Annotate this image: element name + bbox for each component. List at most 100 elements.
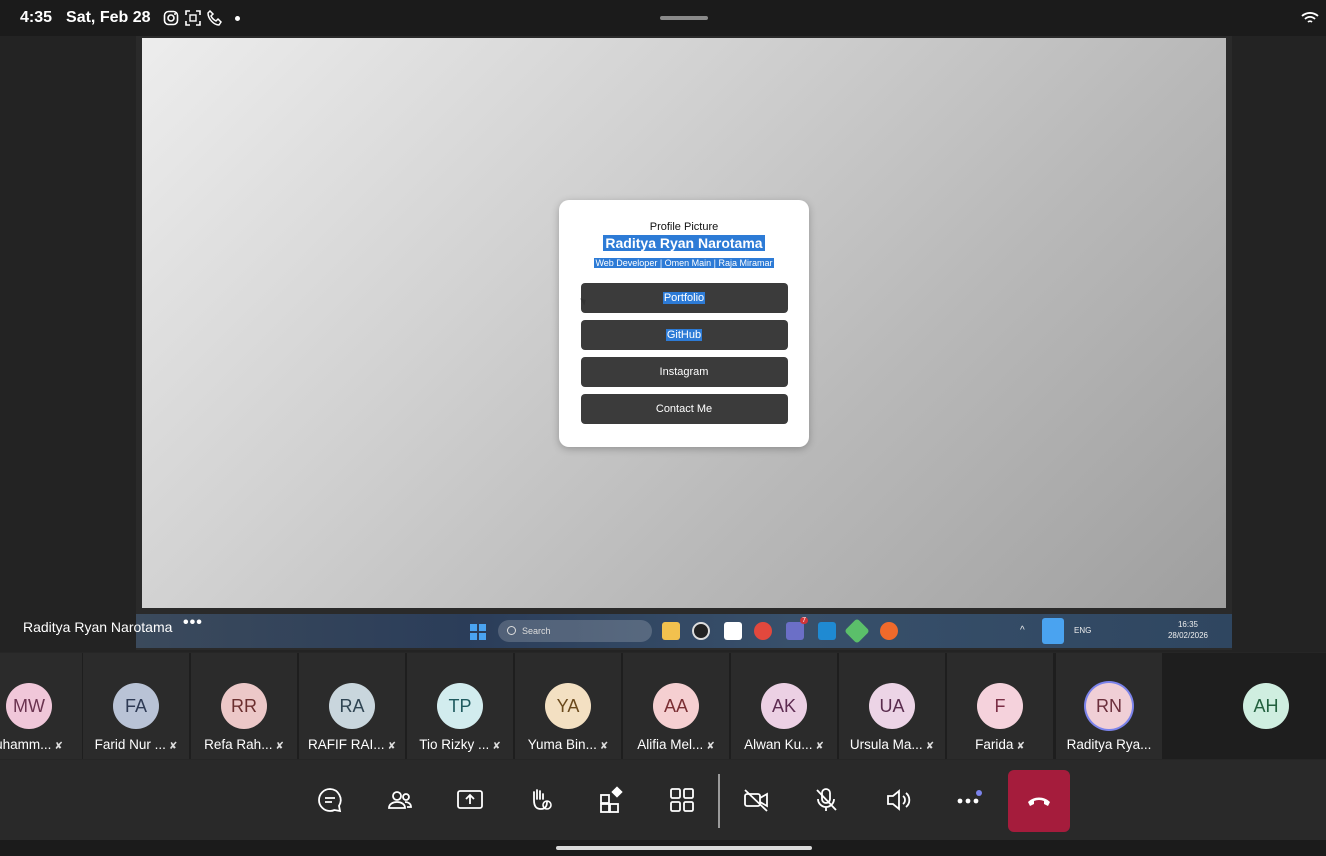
avatar: MW bbox=[6, 683, 52, 729]
participant-name: Alwan Ku... ✘ bbox=[731, 737, 837, 752]
participant-name-text: Tio Rizky ... bbox=[419, 737, 490, 752]
apps-icon bbox=[600, 786, 623, 813]
portfolio-link-button[interactable]: Portfolio bbox=[580, 283, 788, 313]
portfolio-label: Portfolio bbox=[662, 292, 706, 304]
instagram-label: Instagram bbox=[659, 366, 709, 378]
status-date: Sat, Feb 28 bbox=[66, 9, 151, 26]
avatar: AK bbox=[761, 683, 807, 729]
share-screen-icon bbox=[457, 790, 483, 809]
phone-icon bbox=[206, 10, 222, 26]
participant-tile[interactable]: F Farida ✘ bbox=[947, 653, 1053, 759]
participant-name-text: Ursula Ma... bbox=[849, 737, 923, 752]
participant-name: Farida ✘ bbox=[947, 737, 1053, 752]
teams-badge: 7 bbox=[800, 617, 808, 624]
instagram-icon bbox=[163, 10, 178, 26]
android-nav-bar bbox=[0, 840, 1326, 856]
chat-icon bbox=[318, 788, 342, 813]
git-app-icon bbox=[844, 618, 870, 644]
participant-tile[interactable]: MW uhamm... ✘ bbox=[0, 653, 82, 759]
participant-tile[interactable]: TP Tio Rizky ... ✘ bbox=[407, 653, 513, 759]
github-label: GitHub bbox=[665, 329, 703, 341]
participant-name: Ursula Ma... ✘ bbox=[839, 737, 945, 752]
participant-tile[interactable]: YA Yuma Bin... ✘ bbox=[515, 653, 621, 759]
avatar: FA bbox=[113, 683, 159, 729]
teams-call-screen: 4:35 Sat, Feb 28 Profile Picture Raditya… bbox=[0, 0, 1326, 856]
participant-name-text: Alifia Mel... bbox=[637, 737, 704, 752]
mic-muted-icon: ✘ bbox=[925, 741, 935, 752]
participant-tile[interactable]: RN Raditya Rya... bbox=[1056, 653, 1162, 759]
camera-toggle-button[interactable] bbox=[734, 778, 778, 822]
participant-name-text: Alwan Ku... bbox=[744, 737, 813, 752]
more-options-button[interactable] bbox=[946, 778, 990, 822]
shared-content-stage: Profile Picture Raditya Ryan Narotama We… bbox=[0, 36, 1326, 652]
tray-clock: 16:35 28/02/2026 bbox=[1164, 619, 1212, 641]
participant-tile[interactable]: AK Alwan Ku... ✘ bbox=[731, 653, 837, 759]
participant-tile[interactable]: RR Refa Rah... ✘ bbox=[191, 653, 297, 759]
participant-name-text: Yuma Bin... bbox=[527, 737, 597, 752]
people-button[interactable] bbox=[378, 778, 422, 822]
mic-muted-icon: ✘ bbox=[275, 741, 284, 752]
participant-name-text: uhamm... bbox=[0, 737, 52, 752]
profile-card: Profile Picture Raditya Ryan Narotama We… bbox=[559, 200, 809, 447]
presenter-more-button[interactable]: ••• bbox=[183, 614, 203, 632]
avatar: AH bbox=[1243, 683, 1289, 729]
windows-start-icon bbox=[470, 624, 486, 640]
github-link-button[interactable]: GitHub bbox=[580, 320, 788, 350]
participant-tile[interactable]: FA Farid Nur ... ✘ bbox=[83, 653, 189, 759]
participant-name-text: Farida bbox=[975, 737, 1014, 752]
raise-hand-icon bbox=[533, 789, 552, 810]
avatar: RR bbox=[221, 683, 267, 729]
windows-search-box: Search bbox=[498, 620, 652, 642]
participant-name: Farid Nur ... ✘ bbox=[83, 737, 189, 752]
mic-muted-icon: ✘ bbox=[599, 741, 609, 752]
status-time: 4:35 bbox=[20, 9, 53, 26]
chat-button[interactable] bbox=[308, 778, 352, 822]
participant-name-text: Raditya Rya... bbox=[1066, 737, 1152, 752]
share-screen-button[interactable] bbox=[448, 778, 492, 822]
hang-up-button[interactable] bbox=[1008, 770, 1070, 832]
profile-role: Web Developer | Omen Main | Raja Miramar bbox=[594, 258, 774, 268]
participant-tile[interactable]: AH bbox=[1213, 653, 1319, 759]
windows-search-placeholder: Search bbox=[522, 626, 551, 636]
app-red-icon bbox=[754, 622, 772, 640]
mic-toggle-button[interactable] bbox=[804, 778, 848, 822]
more-icon bbox=[957, 790, 982, 804]
avatar: F bbox=[977, 683, 1023, 729]
instagram-link-button[interactable]: Instagram bbox=[580, 357, 788, 387]
participant-tile[interactable]: UA Ursula Ma... ✘ bbox=[839, 653, 945, 759]
mic-muted-icon: ✘ bbox=[387, 741, 396, 752]
participants-strip: MW uhamm... ✘ FA Farid Nur ... ✘ RR Refa Rah...… bbox=[0, 653, 1326, 759]
participant-name: Refa Rah... ✘ bbox=[191, 737, 297, 752]
avatar: TP bbox=[437, 683, 483, 729]
profile-picture-alt: Profile Picture bbox=[649, 221, 719, 233]
participant-name: Alifia Mel... ✘ bbox=[623, 737, 729, 752]
mic-muted-icon: ✘ bbox=[706, 741, 715, 752]
participant-tile[interactable]: RA RAFIF RAI... ✘ bbox=[299, 653, 405, 759]
avatar: RN bbox=[1086, 683, 1132, 729]
window-handle[interactable] bbox=[660, 16, 708, 20]
call-controls-bar bbox=[0, 760, 1326, 840]
view-layout-button[interactable] bbox=[660, 778, 704, 822]
people-icon bbox=[388, 791, 412, 809]
avatar: AA bbox=[653, 683, 699, 729]
participant-tile[interactable]: AA Alifia Mel... ✘ bbox=[623, 653, 729, 759]
search-icon bbox=[507, 626, 516, 635]
tray-time: 16:35 bbox=[1177, 620, 1199, 629]
shared-browser-screen: Profile Picture Raditya Ryan Narotama We… bbox=[142, 38, 1226, 608]
vscode-icon bbox=[818, 622, 836, 640]
avatar: YA bbox=[545, 683, 591, 729]
tray-chevron-icon: ^ bbox=[1020, 625, 1025, 636]
speaker-button[interactable] bbox=[876, 778, 920, 822]
apps-button[interactable] bbox=[590, 778, 634, 822]
participant-name: uhamm... ✘ bbox=[0, 737, 82, 752]
avatar: RA bbox=[329, 683, 375, 729]
participant-name: Tio Rizky ... ✘ bbox=[407, 737, 513, 752]
raise-hand-button[interactable] bbox=[518, 778, 562, 822]
presenter-name: Raditya Ryan Narotama bbox=[23, 619, 173, 635]
contact-link-button[interactable]: Contact Me bbox=[580, 394, 788, 424]
controls-divider bbox=[718, 774, 720, 828]
gesture-home-bar[interactable] bbox=[556, 846, 812, 850]
participant-name: RAFIF RAI... ✘ bbox=[299, 737, 405, 752]
teams-icon: 7 bbox=[786, 617, 808, 640]
notification-dot bbox=[234, 15, 240, 21]
